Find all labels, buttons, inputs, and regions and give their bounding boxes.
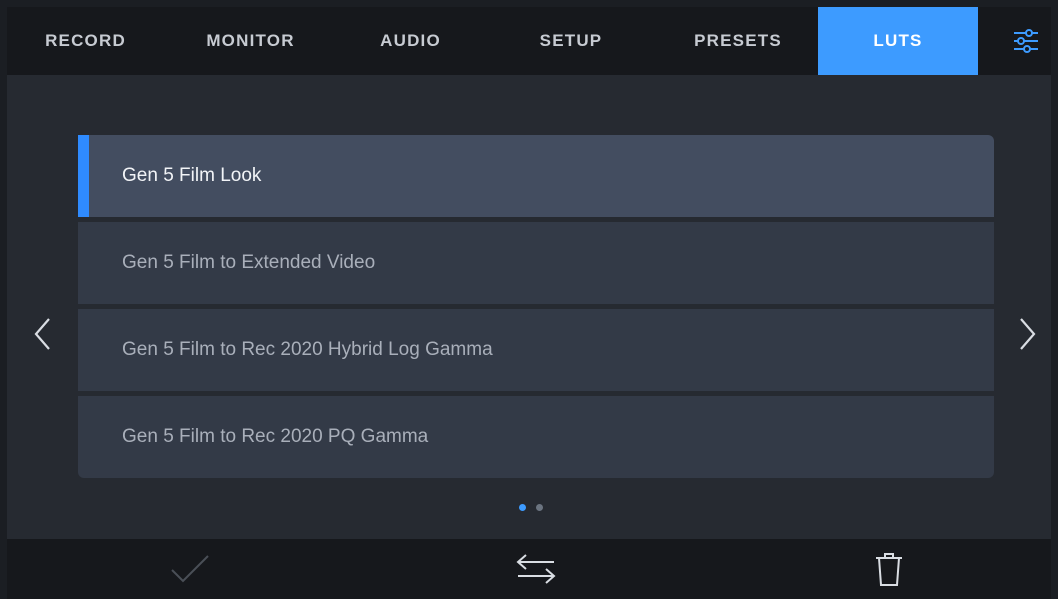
chevron-left-icon	[34, 318, 50, 350]
page-dot-1[interactable]	[519, 504, 526, 511]
chevron-right-icon	[1020, 318, 1036, 350]
lut-item-label: Gen 5 Film Look	[122, 165, 262, 186]
tab-presets[interactable]: PRESETS	[658, 7, 818, 75]
page-dot-2[interactable]	[536, 504, 543, 511]
trash-icon	[876, 553, 902, 586]
lut-item-gen5-extended-video[interactable]: Gen 5 Film to Extended Video	[78, 222, 994, 304]
checkmark-icon	[171, 555, 209, 583]
tab-label: PRESETS	[694, 31, 782, 50]
settings-menu-button[interactable]	[1000, 7, 1051, 75]
tab-label: LUTS	[873, 31, 923, 50]
swap-arrows-icon	[516, 554, 556, 584]
tab-label: SETUP	[539, 31, 603, 50]
pagination-dots	[519, 504, 543, 511]
delete-lut-button[interactable]	[849, 539, 929, 599]
tab-luts[interactable]: LUTS	[818, 7, 978, 75]
action-bar	[7, 539, 1051, 599]
import-export-button[interactable]	[496, 539, 576, 599]
lut-item-label: Gen 5 Film to Rec 2020 Hybrid Log Gamma	[122, 339, 493, 360]
apply-lut-button[interactable]	[150, 539, 230, 599]
lut-item-label: Gen 5 Film to Rec 2020 PQ Gamma	[122, 426, 429, 447]
next-page-button[interactable]	[1007, 312, 1047, 356]
lut-item-gen5-rec2020-hlg[interactable]: Gen 5 Film to Rec 2020 Hybrid Log Gamma	[78, 309, 994, 391]
lut-item-gen5-rec2020-pq[interactable]: Gen 5 Film to Rec 2020 PQ Gamma	[78, 396, 994, 478]
tab-record[interactable]: RECORD	[7, 7, 164, 75]
tab-label: RECORD	[45, 31, 126, 50]
lut-item-gen5-film-look[interactable]: Gen 5 Film Look	[78, 135, 994, 217]
sliders-icon	[1013, 29, 1038, 53]
tab-label: AUDIO	[380, 31, 441, 50]
lut-item-label: Gen 5 Film to Extended Video	[122, 252, 376, 273]
luts-screen: RECORD MONITOR AUDIO SETUP PRESETS LUTS	[7, 7, 1051, 599]
previous-page-button[interactable]	[23, 312, 63, 356]
tab-label: MONITOR	[206, 31, 295, 50]
tab-monitor[interactable]: MONITOR	[164, 7, 337, 75]
tab-setup[interactable]: SETUP	[484, 7, 658, 75]
tab-audio[interactable]: AUDIO	[337, 7, 484, 75]
tab-bar: RECORD MONITOR AUDIO SETUP PRESETS LUTS	[7, 7, 1051, 75]
